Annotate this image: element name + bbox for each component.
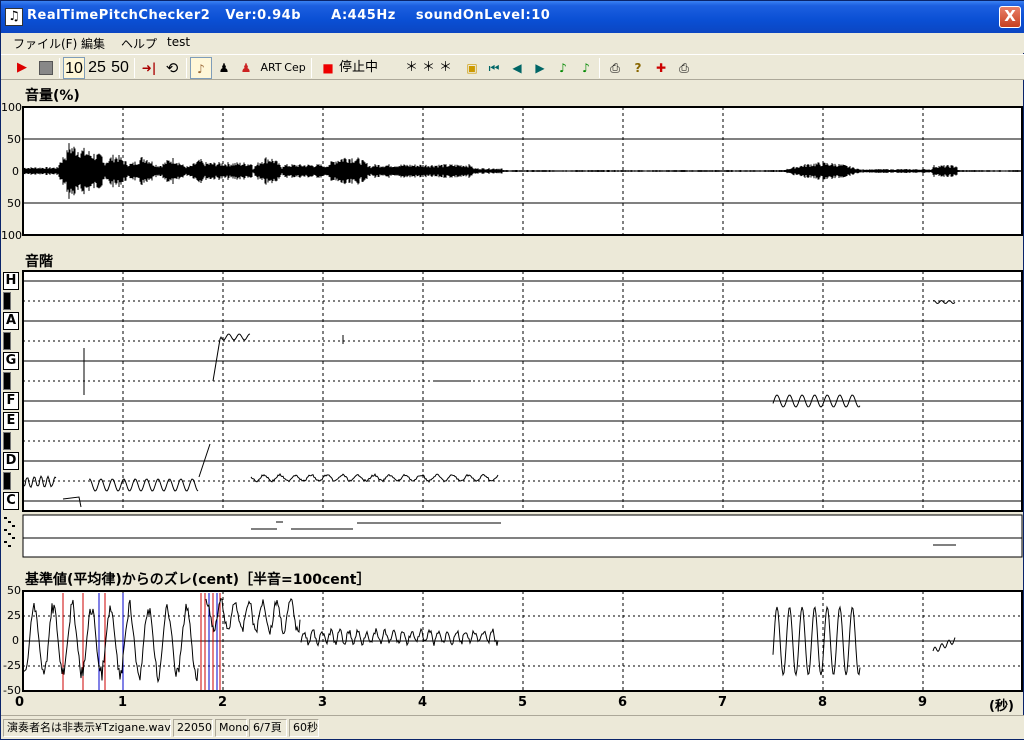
strip-tick (4, 517, 7, 519)
status-channels: Mono (215, 719, 249, 737)
strip-tick (8, 521, 11, 523)
status-bar: 演奏者名は非表示¥Tzigane.wav 22050 Mono 6/7頁 60秒 (1, 715, 1024, 739)
strip-tick (12, 525, 15, 527)
strip-tick (4, 529, 7, 531)
strip-tick (8, 545, 11, 547)
strip-tick (4, 541, 7, 543)
strip-tick (12, 537, 15, 539)
status-duration: 60秒 (289, 719, 319, 737)
status-rate: 22050 (173, 719, 213, 737)
app-window: ♫ RealTimePitchChecker2 Ver:0.94b A:445H… (0, 0, 1024, 740)
note-bar-strip (22, 514, 1023, 558)
status-file: 演奏者名は非表示¥Tzigane.wav (3, 719, 171, 737)
strip-tick (8, 533, 11, 535)
plots-canvas (4, 106, 1023, 692)
status-page: 6/7頁 (249, 719, 287, 737)
